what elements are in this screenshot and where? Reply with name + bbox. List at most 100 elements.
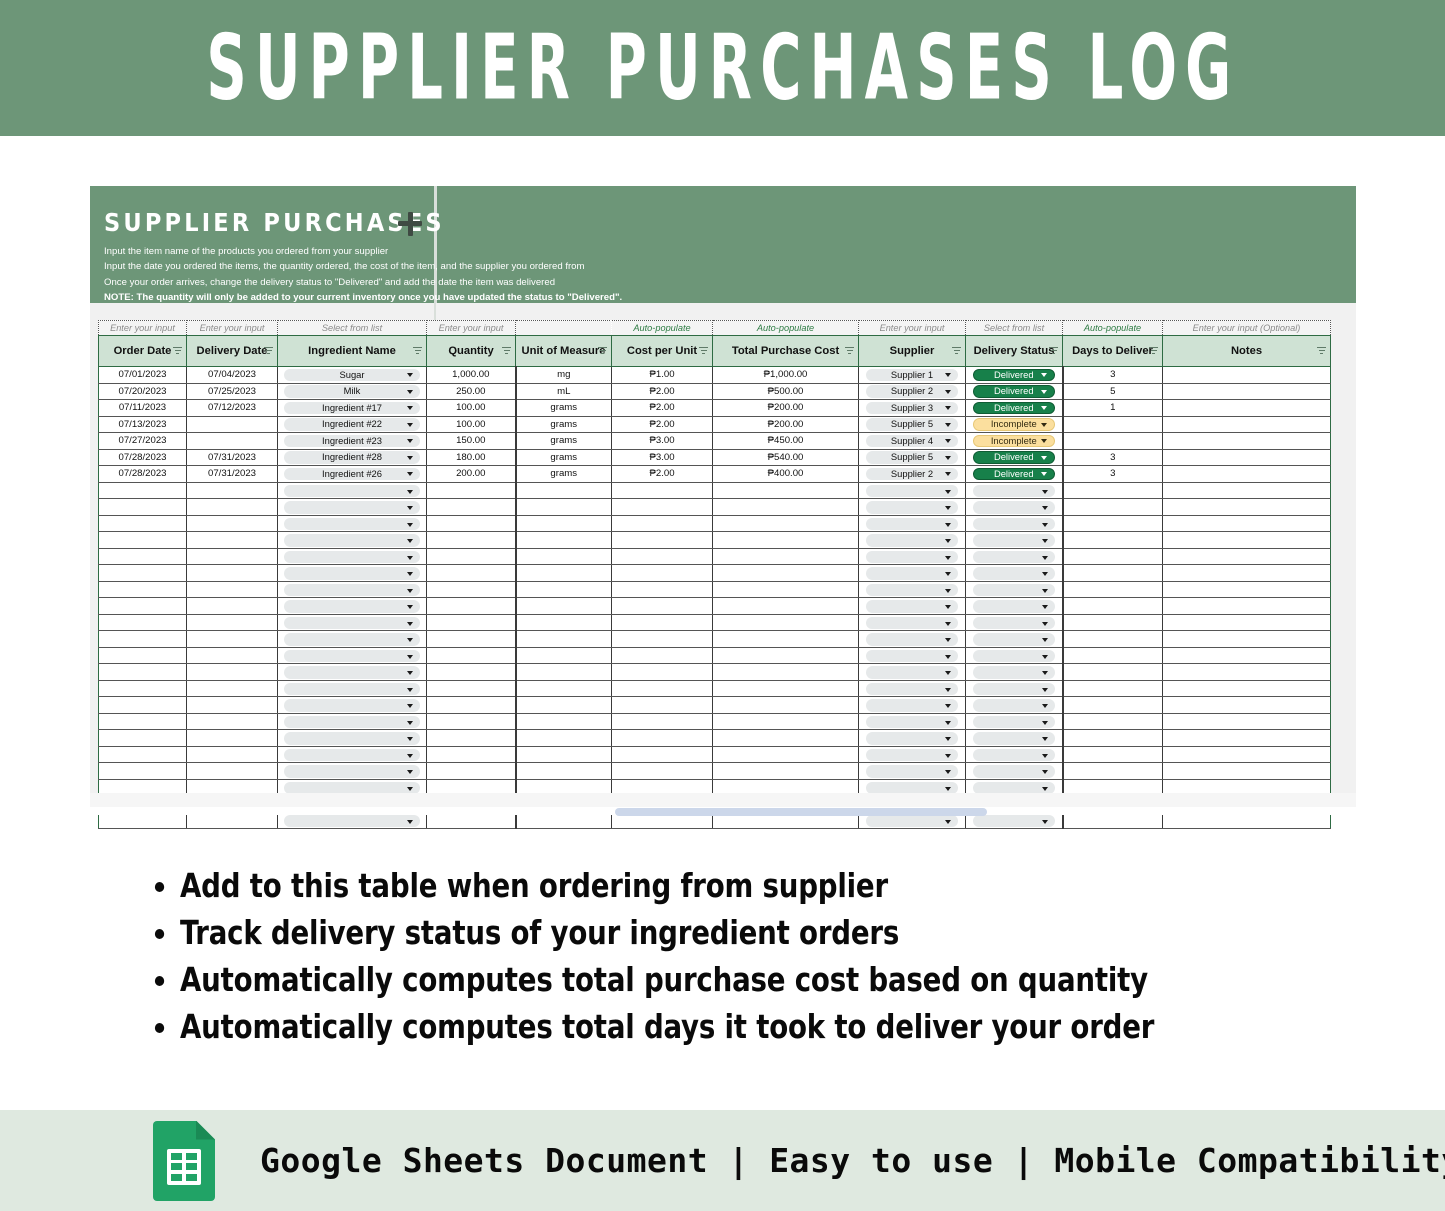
cell-days[interactable] xyxy=(1062,663,1163,681)
cell-ingredient[interactable] xyxy=(277,696,427,714)
dropdown-status[interactable] xyxy=(972,600,1055,613)
dropdown-supplier[interactable] xyxy=(866,567,958,580)
cell-ingredient[interactable]: Ingredient #26 xyxy=(277,465,427,483)
cell-quantity[interactable] xyxy=(426,729,517,747)
dropdown-ingredient[interactable]: Ingredient #26 xyxy=(283,467,421,480)
cell-delivery_date[interactable] xyxy=(186,696,278,714)
cell-status[interactable] xyxy=(965,630,1064,648)
cell-notes[interactable] xyxy=(1162,696,1331,714)
dropdown-ingredient[interactable] xyxy=(283,534,421,547)
cell-notes[interactable] xyxy=(1162,581,1331,598)
cell-days[interactable] xyxy=(1062,729,1163,747)
cell-supplier[interactable]: Supplier 2 xyxy=(858,383,966,400)
cell-total_cost[interactable] xyxy=(712,482,859,499)
cell-ingredient[interactable] xyxy=(277,713,427,730)
cell-ingredient[interactable] xyxy=(277,482,427,499)
cell-unit[interactable]: mL xyxy=(515,383,612,400)
cell-total_cost[interactable] xyxy=(712,498,859,516)
cell-supplier[interactable]: Supplier 5 xyxy=(858,416,966,433)
dropdown-ingredient[interactable]: Milk xyxy=(283,385,421,398)
cell-unit[interactable]: grams xyxy=(515,416,612,433)
cell-supplier[interactable]: Supplier 4 xyxy=(858,432,966,450)
cell-order_date[interactable]: 07/11/2023 xyxy=(98,399,187,417)
cell-quantity[interactable] xyxy=(426,581,517,598)
cell-cost_per_unit[interactable] xyxy=(611,515,713,532)
cell-status[interactable] xyxy=(965,746,1064,763)
cell-notes[interactable] xyxy=(1162,729,1331,747)
cell-delivery_date[interactable] xyxy=(186,729,278,747)
cell-notes[interactable] xyxy=(1162,630,1331,648)
dropdown-ingredient[interactable] xyxy=(283,501,421,514)
cell-status[interactable] xyxy=(965,696,1064,714)
column-filter-icon[interactable] xyxy=(264,347,273,355)
cell-days[interactable] xyxy=(1062,614,1163,631)
cell-order_date[interactable] xyxy=(98,746,187,763)
cell-order_date[interactable] xyxy=(98,762,187,780)
cell-ingredient[interactable] xyxy=(277,614,427,631)
column-header-unit-of-measure[interactable]: Unit of Measure xyxy=(515,335,612,367)
cell-days[interactable] xyxy=(1062,647,1163,664)
cell-cost_per_unit[interactable] xyxy=(611,597,713,615)
horizontal-scrollbar[interactable] xyxy=(615,808,987,816)
cell-order_date[interactable] xyxy=(98,548,187,565)
column-header-order-date[interactable]: Order Date xyxy=(98,335,187,367)
cell-cost_per_unit[interactable] xyxy=(611,498,713,516)
cell-status[interactable] xyxy=(965,713,1064,730)
cell-unit[interactable] xyxy=(515,647,612,664)
cell-supplier[interactable] xyxy=(858,729,966,747)
cell-days[interactable] xyxy=(1062,498,1163,516)
dropdown-supplier[interactable]: Supplier 2 xyxy=(866,467,958,480)
cell-total_cost[interactable] xyxy=(712,696,859,714)
cell-ingredient[interactable] xyxy=(277,581,427,598)
cell-supplier[interactable] xyxy=(858,581,966,598)
cell-order_date[interactable] xyxy=(98,597,187,615)
cell-days[interactable] xyxy=(1062,581,1163,598)
cell-unit[interactable]: grams xyxy=(515,432,612,450)
cell-status[interactable] xyxy=(965,614,1064,631)
cell-ingredient[interactable] xyxy=(277,746,427,763)
cell-status[interactable]: Delivered xyxy=(965,449,1064,466)
cell-delivery_date[interactable] xyxy=(186,713,278,730)
dropdown-ingredient[interactable] xyxy=(283,484,421,498)
cell-unit[interactable] xyxy=(515,630,612,648)
column-header-quantity[interactable]: Quantity xyxy=(426,335,516,367)
cell-cost_per_unit[interactable] xyxy=(611,630,713,648)
cell-total_cost[interactable]: ₱200.00 xyxy=(712,399,859,417)
cell-total_cost[interactable] xyxy=(712,647,859,664)
cell-cost_per_unit[interactable] xyxy=(611,762,713,780)
cell-total_cost[interactable] xyxy=(712,614,859,631)
cell-delivery_date[interactable]: 07/31/2023 xyxy=(186,449,278,466)
cell-delivery_date[interactable]: 07/25/2023 xyxy=(186,383,278,400)
dropdown-ingredient[interactable]: Ingredient #28 xyxy=(283,451,421,464)
cell-cost_per_unit[interactable] xyxy=(611,647,713,664)
cell-order_date[interactable] xyxy=(98,729,187,747)
cell-notes[interactable] xyxy=(1162,515,1331,532)
dropdown-ingredient[interactable] xyxy=(283,682,421,696)
dropdown-status[interactable]: Delivered xyxy=(972,368,1055,381)
column-header-cost-per-unit[interactable]: Cost per Unit xyxy=(611,335,713,367)
dropdown-supplier[interactable] xyxy=(866,732,958,745)
cell-days[interactable] xyxy=(1062,762,1163,780)
column-header-delivery-status[interactable]: Delivery Status xyxy=(965,335,1063,367)
cell-quantity[interactable]: 100.00 xyxy=(426,399,517,417)
cell-notes[interactable] xyxy=(1162,597,1331,615)
cell-cost_per_unit[interactable] xyxy=(611,564,713,582)
cell-supplier[interactable] xyxy=(858,515,966,532)
cell-quantity[interactable] xyxy=(426,696,517,714)
dropdown-ingredient[interactable] xyxy=(283,550,421,564)
cell-unit[interactable] xyxy=(515,482,612,499)
dropdown-status[interactable] xyxy=(972,550,1055,564)
cell-supplier[interactable] xyxy=(858,696,966,714)
cell-order_date[interactable] xyxy=(98,696,187,714)
cell-cost_per_unit[interactable]: ₱3.00 xyxy=(611,449,713,466)
cell-delivery_date[interactable] xyxy=(186,432,278,450)
cell-notes[interactable] xyxy=(1162,498,1331,516)
cell-unit[interactable] xyxy=(515,713,612,730)
cell-supplier[interactable]: Supplier 1 xyxy=(858,366,966,384)
column-header-supplier[interactable]: Supplier xyxy=(858,335,966,367)
cell-ingredient[interactable]: Sugar xyxy=(277,366,427,384)
cell-order_date[interactable]: 07/27/2023 xyxy=(98,432,187,450)
cell-status[interactable]: Delivered xyxy=(965,383,1064,400)
cell-days[interactable] xyxy=(1062,680,1163,697)
cell-unit[interactable] xyxy=(515,746,612,763)
